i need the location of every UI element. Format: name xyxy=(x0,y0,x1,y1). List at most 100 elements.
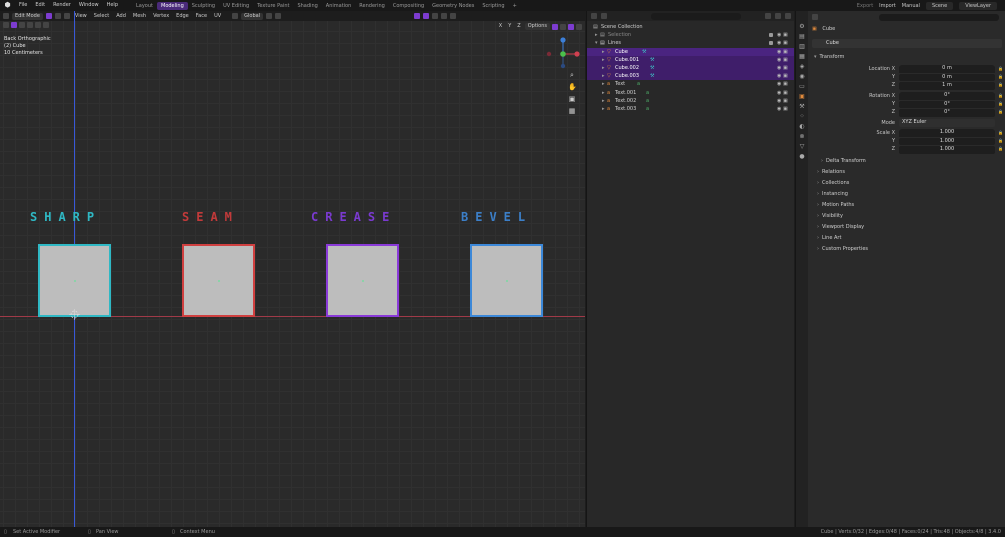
location-z-field[interactable]: 1 m xyxy=(899,82,995,90)
outliner-row[interactable]: ▸ a Text.002 a ◉ ▣ xyxy=(587,97,794,105)
cube-sharp[interactable] xyxy=(38,244,111,317)
xray-icon[interactable] xyxy=(423,13,430,19)
object-tab-icon[interactable]: ▣ xyxy=(799,93,806,100)
instancing-section[interactable]: › Instancing xyxy=(817,191,848,197)
scene-tab-icon[interactable]: ◈ xyxy=(799,63,806,70)
overlay-toggle-icon[interactable] xyxy=(552,23,558,30)
expand-arrow-icon[interactable]: ▸ xyxy=(602,89,605,97)
menu-mesh[interactable]: Mesh xyxy=(131,13,148,20)
scene-collection-row[interactable]: ▤ Scene Collection xyxy=(587,23,794,31)
visibility-icons[interactable]: ◉ ▣ xyxy=(777,48,788,56)
tab-animation[interactable]: Animation xyxy=(322,2,356,10)
outliner-row[interactable]: ▸ ▽ Cube.002 ⚒ ◉ ▣ xyxy=(587,63,794,73)
menu-uv[interactable]: UV xyxy=(212,13,223,20)
vertex-select-icon[interactable] xyxy=(45,13,52,19)
options-button[interactable]: Options xyxy=(524,23,550,30)
physics-tab-icon[interactable]: ◐ xyxy=(799,123,806,130)
menu-window[interactable]: Window xyxy=(75,1,103,10)
select-box-icon[interactable] xyxy=(11,22,17,28)
rotation-y-field[interactable]: 0° xyxy=(899,100,995,108)
tab-rendering[interactable]: Rendering xyxy=(355,2,389,10)
proportional-edit-icon[interactable] xyxy=(275,13,282,19)
custom-properties-section[interactable]: › Custom Properties xyxy=(817,246,868,252)
expand-arrow-icon[interactable]: ▸ xyxy=(602,97,605,105)
expand-arrow-icon[interactable]: ▸ xyxy=(602,105,605,113)
viewport-settings-icon[interactable] xyxy=(576,23,582,30)
transform-pivot-icon[interactable] xyxy=(232,13,239,19)
rotation-x-field[interactable]: 0° xyxy=(899,92,995,100)
rotation-z-field[interactable]: 0° xyxy=(899,109,995,117)
3d-cursor-icon[interactable] xyxy=(69,309,80,320)
select-circle-icon[interactable] xyxy=(19,22,25,28)
outliner-editor-type-icon[interactable] xyxy=(591,13,597,19)
select-tweak-icon[interactable] xyxy=(35,22,41,28)
mirror-z[interactable]: Z xyxy=(515,23,522,30)
data-tab-icon[interactable]: ▽ xyxy=(799,143,806,150)
viewport-display-section[interactable]: › Viewport Display xyxy=(817,224,864,230)
scale-z-field[interactable]: 1.000 xyxy=(899,146,995,154)
gizmo-toggle-icon[interactable] xyxy=(560,23,566,30)
add-workspace-button[interactable]: + xyxy=(509,2,521,10)
object-name-field[interactable]: Cube xyxy=(812,39,1002,48)
lock-icon[interactable]: 🔒 xyxy=(998,138,1003,143)
mesh-overlay-icon[interactable] xyxy=(568,23,574,30)
tab-modeling[interactable]: Modeling xyxy=(157,1,188,10)
outliner-row[interactable]: ▸ a Text a ◉ ▣ xyxy=(587,80,794,88)
modifier-icon[interactable]: ⚒ xyxy=(650,64,654,72)
lock-icon[interactable]: 🔒 xyxy=(998,82,1003,87)
visibility-icons[interactable]: ◉ ▣ xyxy=(777,97,788,105)
constraints-tab-icon[interactable]: ⊗ xyxy=(799,133,806,140)
tab-sculpting[interactable]: Sculpting xyxy=(188,2,219,10)
menu-vertex[interactable]: Vertex xyxy=(151,13,171,20)
outliner-row[interactable]: ▾ ▤ Lines ◉ ▣ xyxy=(587,39,794,47)
lock-icon[interactable]: 🔒 xyxy=(998,74,1003,79)
modifier-icon[interactable]: ⚒ xyxy=(650,72,654,80)
expand-arrow-icon[interactable]: ▸ xyxy=(602,72,605,80)
menu-edit[interactable]: Edit xyxy=(31,1,49,10)
zoom-icon[interactable]: ⌕ xyxy=(568,71,576,79)
lock-icon[interactable]: 🔒 xyxy=(998,101,1003,106)
outliner-row[interactable]: ▸ a Text.003 a ◉ ▣ xyxy=(587,105,794,113)
select-lasso-icon[interactable] xyxy=(27,22,33,28)
location-y-field[interactable]: 0 m xyxy=(899,73,995,81)
outliner-row[interactable]: ▸ ▤ Selection ◉ ▣ xyxy=(587,31,794,39)
scale-y-field[interactable]: 1.000 xyxy=(899,137,995,145)
relations-section[interactable]: › Relations xyxy=(817,169,845,175)
menu-help[interactable]: Help xyxy=(103,1,122,10)
snap-icon[interactable] xyxy=(266,13,273,19)
outliner-row[interactable]: ▸ ▽ Cube ⚒ ◉ ▣ xyxy=(587,47,794,56)
outliner-search-input[interactable] xyxy=(651,12,741,20)
expand-arrow-icon[interactable]: ▸ xyxy=(602,56,605,64)
location-x-field[interactable]: 0 m xyxy=(899,65,995,73)
modifier-icon[interactable]: ⚒ xyxy=(642,48,646,56)
visibility-icons[interactable]: ◉ ▣ xyxy=(777,80,788,88)
face-select-icon[interactable] xyxy=(63,13,70,19)
lock-icon[interactable]: 🔒 xyxy=(998,93,1003,98)
visibility-icons[interactable]: ◉ ▣ xyxy=(777,56,788,64)
navigation-gizmo[interactable] xyxy=(545,36,581,72)
properties-search-input[interactable] xyxy=(879,14,999,21)
menu-add[interactable]: Add xyxy=(114,13,128,20)
outliner-row[interactable]: ▸ a Text.001 a ◉ ▣ xyxy=(587,89,794,97)
rotation-mode-dropdown[interactable]: XYZ Euler xyxy=(899,119,995,127)
manual-button[interactable]: Manual xyxy=(902,3,920,9)
menu-file[interactable]: File xyxy=(15,1,31,10)
tab-shading[interactable]: Shading xyxy=(293,2,321,10)
view-layer-tab-icon[interactable]: ▦ xyxy=(799,53,806,60)
menu-face[interactable]: Face xyxy=(194,13,209,20)
cube-bevel[interactable] xyxy=(470,244,543,317)
expand-arrow-icon[interactable]: ▸ xyxy=(602,48,605,56)
transform-section-header[interactable]: ▾ Transform xyxy=(814,54,844,60)
pan-hand-icon[interactable]: ✋ xyxy=(568,83,577,91)
3d-viewport[interactable]: Edit Mode View Select Add Mesh Vertex Ed… xyxy=(0,11,585,527)
modifier-tab-icon[interactable]: ⚒ xyxy=(799,103,806,110)
include-checkbox[interactable] xyxy=(769,41,773,46)
export-button[interactable]: Export xyxy=(857,3,873,9)
scale-x-field[interactable]: 1.000 xyxy=(899,129,995,137)
visibility-icons[interactable]: ◉ ▣ xyxy=(777,39,788,47)
collections-section[interactable]: › Collections xyxy=(817,180,849,186)
menu-render[interactable]: Render xyxy=(49,1,75,10)
visibility-icons[interactable]: ◉ ▣ xyxy=(777,31,788,39)
new-collection-icon[interactable] xyxy=(775,13,781,19)
import-button[interactable]: Import xyxy=(879,3,896,9)
